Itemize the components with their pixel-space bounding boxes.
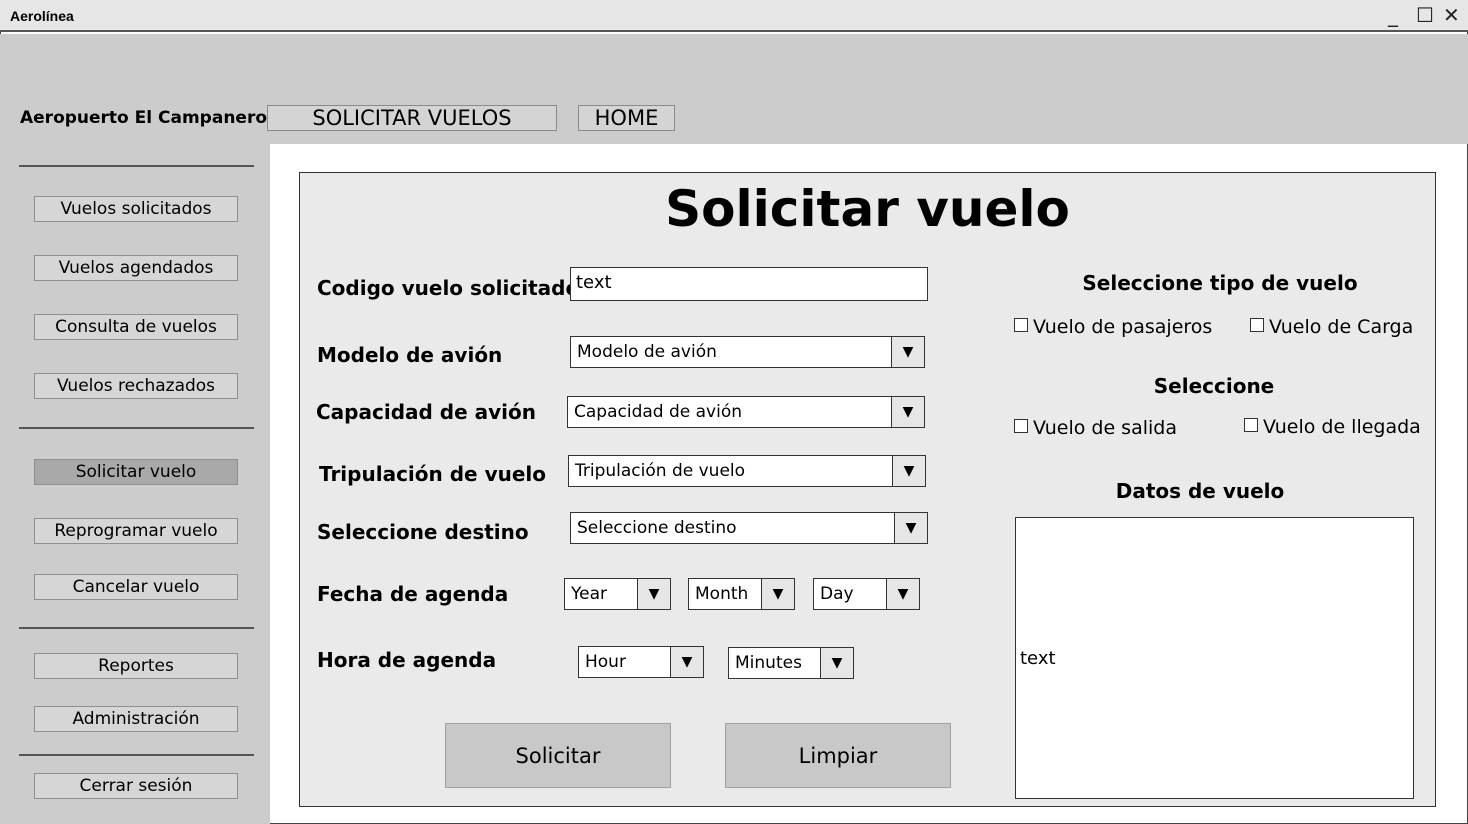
brand-label: Aeropuerto El Campanero: [20, 108, 268, 128]
checkbox-icon[interactable]: [1250, 318, 1264, 332]
close-icon[interactable]: ✕: [1443, 4, 1460, 26]
chevron-down-icon[interactable]: ▼: [820, 648, 853, 678]
datos-vuelo-textarea[interactable]: text: [1015, 517, 1414, 799]
sidebar-divider: [19, 165, 254, 167]
modelo-label: Modelo de avión: [317, 343, 503, 367]
sidebar-item-vuelos-rechazados[interactable]: Vuelos rechazados: [34, 373, 238, 399]
hora-label: Hora de agenda: [317, 648, 497, 672]
fecha-label: Fecha de agenda: [317, 582, 509, 606]
sidebar-item-consulta-de-vuelos[interactable]: Consulta de vuelos: [34, 314, 238, 340]
destino-select-value: Seleccione destino: [577, 518, 737, 538]
chevron-down-icon[interactable]: ▼: [761, 579, 794, 609]
month-select[interactable]: Month ▼: [688, 578, 795, 610]
modelo-select[interactable]: Modelo de avión ▼: [570, 336, 925, 368]
codigo-label: Codigo vuelo solicitado: [317, 276, 580, 300]
sidebar-item-reprogramar-vuelo[interactable]: Reprogramar vuelo: [34, 518, 238, 544]
tripulacion-label: Tripulación de vuelo: [319, 462, 547, 486]
month-select-value: Month: [695, 584, 749, 604]
chevron-down-icon[interactable]: ▼: [891, 397, 924, 427]
sidebar-divider: [19, 754, 254, 756]
year-select[interactable]: Year ▼: [564, 578, 671, 610]
chevron-down-icon[interactable]: ▼: [892, 456, 925, 486]
codigo-input[interactable]: text: [570, 267, 928, 301]
minutes-select[interactable]: Minutes ▼: [728, 647, 854, 679]
checkbox-icon[interactable]: [1014, 318, 1028, 332]
year-select-value: Year: [571, 584, 607, 604]
datos-vuelo-value: text: [1020, 648, 1056, 669]
chevron-down-icon[interactable]: ▼: [670, 647, 703, 677]
limpiar-button[interactable]: Limpiar: [725, 723, 951, 788]
checkbox-icon[interactable]: [1244, 418, 1258, 432]
title-bar: Aerolínea _ ☐ ✕: [0, 0, 1468, 32]
chevron-down-icon[interactable]: ▼: [894, 513, 927, 543]
sidebar-item-solicitar-vuelo[interactable]: Solicitar vuelo: [34, 459, 238, 485]
destino-label: Seleccione destino: [317, 520, 529, 544]
sidebar-item-reportes[interactable]: Reportes: [34, 653, 238, 679]
sidebar-item-cancelar-vuelo[interactable]: Cancelar vuelo: [34, 574, 238, 600]
sidebar-item-administracion[interactable]: Administración: [34, 706, 238, 732]
destino-select[interactable]: Seleccione destino ▼: [570, 512, 928, 544]
minutes-select-value: Minutes: [735, 653, 802, 673]
maximize-icon[interactable]: ☐: [1416, 4, 1434, 26]
checkbox-vuelo-pasajeros[interactable]: Vuelo de pasajeros: [1014, 316, 1212, 338]
day-select[interactable]: Day ▼: [813, 578, 920, 610]
nav-home[interactable]: HOME: [578, 105, 675, 131]
tripulacion-select[interactable]: Tripulación de vuelo ▼: [568, 455, 926, 487]
logout-button[interactable]: Cerrar sesión: [34, 773, 238, 799]
datos-vuelo-title: Datos de vuelo: [1115, 479, 1285, 503]
capacidad-select-value: Capacidad de avión: [574, 402, 742, 422]
solicitar-button[interactable]: Solicitar: [445, 723, 671, 788]
day-select-value: Day: [820, 584, 854, 604]
minimize-icon[interactable]: _: [1388, 4, 1398, 26]
chevron-down-icon[interactable]: ▼: [637, 579, 670, 609]
nav-solicitar-vuelos[interactable]: SOLICITAR VUELOS: [267, 105, 557, 131]
chevron-down-icon[interactable]: ▼: [891, 337, 924, 367]
hour-select[interactable]: Hour ▼: [578, 646, 704, 678]
checkbox-vuelo-carga[interactable]: Vuelo de Carga: [1250, 316, 1413, 338]
modelo-select-value: Modelo de avión: [577, 342, 717, 362]
sidebar-item-vuelos-agendados[interactable]: Vuelos agendados: [34, 255, 238, 281]
sidebar-item-vuelos-solicitados[interactable]: Vuelos solicitados: [34, 196, 238, 222]
tipo-vuelo-title: Seleccione tipo de vuelo: [1082, 271, 1358, 295]
sidebar-divider: [19, 427, 254, 429]
tripulacion-select-value: Tripulación de vuelo: [575, 461, 746, 481]
checkbox-vuelo-llegada[interactable]: Vuelo de llegada: [1244, 416, 1421, 438]
hour-select-value: Hour: [585, 652, 626, 672]
seleccione-title: Seleccione: [1153, 374, 1275, 398]
page-title: Solicitar vuelo: [665, 180, 1070, 238]
sidebar-divider: [19, 627, 254, 629]
capacidad-label: Capacidad de avión: [316, 400, 536, 424]
capacidad-select[interactable]: Capacidad de avión ▼: [567, 396, 925, 428]
chevron-down-icon[interactable]: ▼: [886, 579, 919, 609]
checkbox-vuelo-salida[interactable]: Vuelo de salida: [1014, 417, 1177, 439]
window-title: Aerolínea: [10, 8, 74, 24]
checkbox-icon[interactable]: [1014, 419, 1028, 433]
